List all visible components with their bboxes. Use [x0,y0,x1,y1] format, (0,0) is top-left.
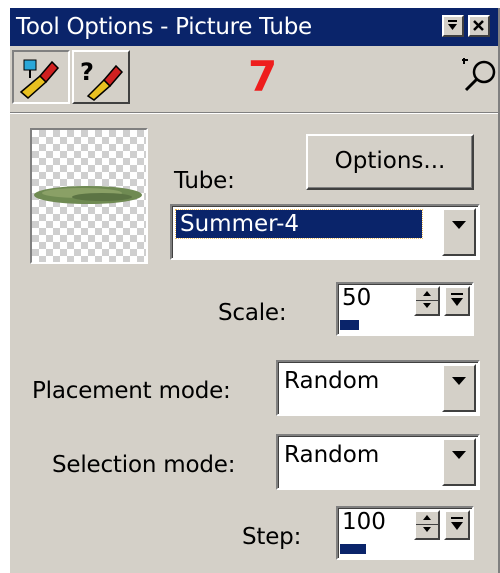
scale-slider-button[interactable] [444,286,470,316]
step-slider-button[interactable] [444,510,470,540]
magnifier-button[interactable] [460,56,500,100]
up-down-arrows-icon [423,291,431,308]
help-tab[interactable]: ? [72,50,130,104]
tool-options-tab[interactable] [12,50,70,104]
chevron-down-icon [452,377,466,385]
annotation-number: 7 [248,52,278,101]
step-level-track [340,544,468,554]
selection-mode-select[interactable]: Random [276,434,480,490]
scale-level-fill [340,320,360,330]
slider-popup-icon [451,293,463,306]
close-icon [473,20,484,31]
placement-mode-value: Random [284,368,380,394]
tube-select[interactable]: Summer-4 [170,204,480,260]
scale-level-track [340,320,468,330]
scale-value: 50 [342,285,372,311]
selection-mode-label: Selection mode: [52,452,236,478]
chevron-down-icon [452,451,466,459]
minimize-button[interactable] [442,15,464,37]
help-brush-icon: ? [80,58,124,101]
scale-spinner[interactable]: 50 [336,282,474,336]
placement-mode-dropdown-button[interactable] [442,364,476,412]
up-down-arrows-icon [423,515,431,532]
selection-mode-value: Random [284,442,380,468]
scale-label: Scale: [218,300,287,326]
tube-select-value: Summer-4 [175,209,423,239]
window-title: Tool Options - Picture Tube [16,14,312,40]
tool-options-window: Tool Options - Picture Tube ? 7 Tube: Op… [8,6,500,573]
tube-label: Tube: [174,168,235,194]
tube-preview-image [34,186,142,204]
chevron-down-icon [452,221,466,229]
options-button[interactable]: Options... [306,134,474,190]
step-level-fill [340,544,366,554]
placement-mode-select[interactable]: Random [276,360,480,416]
svg-text:?: ? [80,58,94,86]
step-spinner[interactable]: 100 [336,506,474,560]
step-updown-button[interactable] [414,510,440,540]
slider-popup-icon [451,517,463,530]
minimize-icon [448,20,457,30]
step-value: 100 [342,509,386,535]
step-label: Step: [242,524,302,550]
tool-toolbar: ? 7 [10,48,500,110]
tube-dropdown-button[interactable] [442,208,476,256]
magnifier-icon [462,58,496,92]
toolbar-divider [10,112,500,114]
brush-tool-icon [19,59,60,99]
title-bar[interactable]: Tool Options - Picture Tube [10,8,500,46]
selection-mode-dropdown-button[interactable] [442,438,476,486]
placement-mode-label: Placement mode: [32,378,231,404]
scale-updown-button[interactable] [414,286,440,316]
close-button[interactable] [468,15,490,37]
tube-preview [30,128,148,264]
